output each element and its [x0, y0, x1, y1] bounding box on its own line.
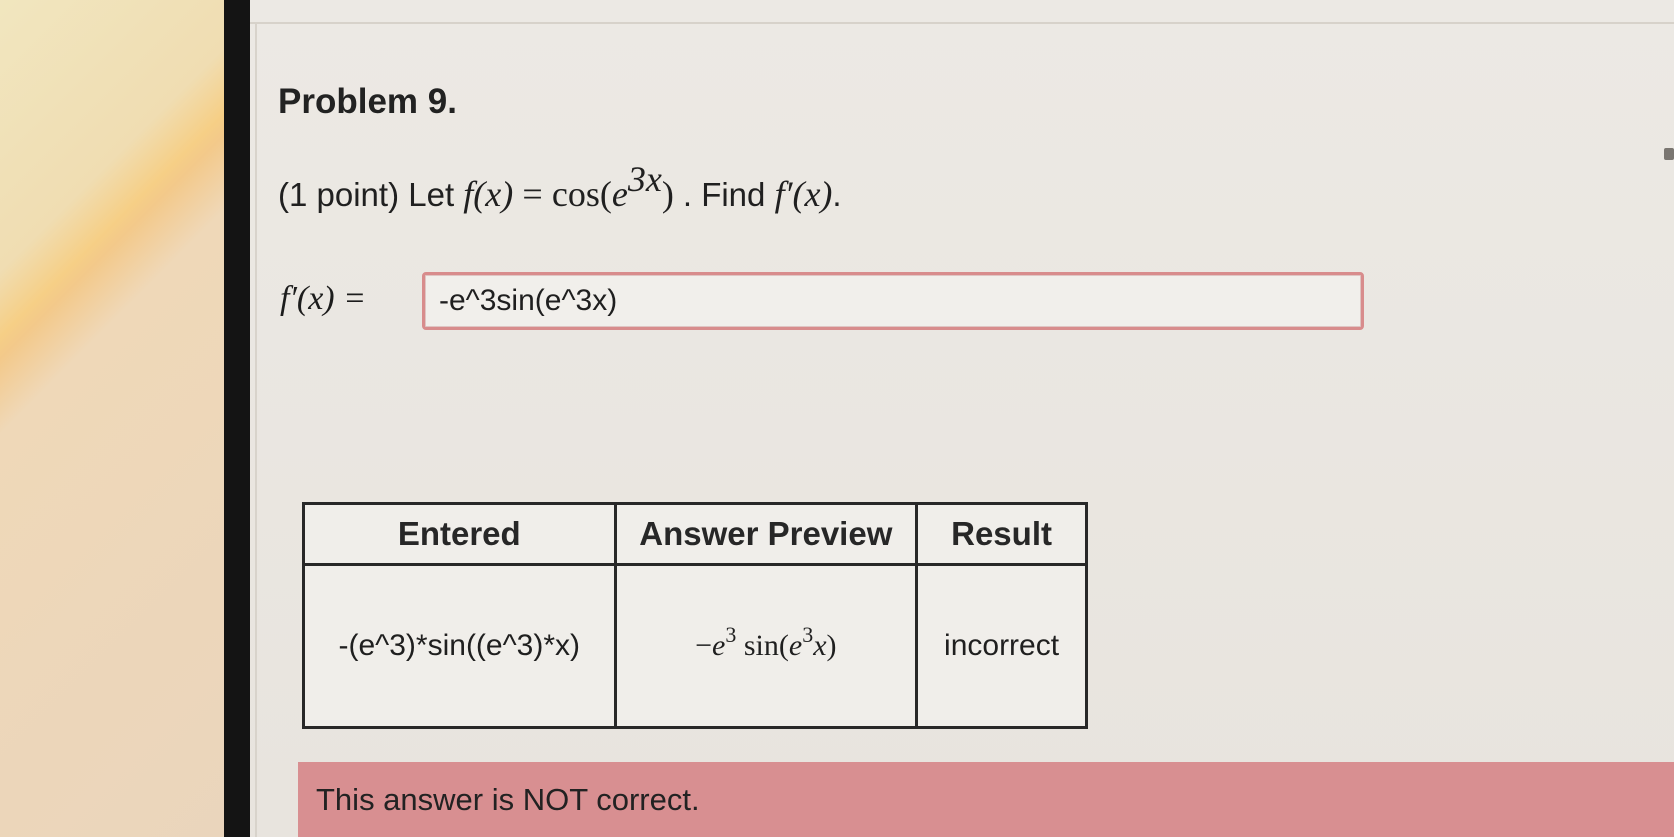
- result-header: Result: [915, 502, 1088, 566]
- find-text: . Find: [682, 176, 766, 213]
- answer-label: f′(x) =: [280, 280, 367, 317]
- page-top-border: [250, 22, 1674, 24]
- answer-input[interactable]: -e^3sin(e^3x): [422, 272, 1364, 330]
- entered-value: -(e^3)*sin((e^3)*x): [302, 563, 617, 729]
- preview-close-paren: ): [826, 629, 837, 662]
- answer-preview-header: Answer Preview: [613, 502, 919, 566]
- incorrect-answer-message: This answer is NOT correct.: [316, 782, 700, 817]
- preview-exponent-inner: 3: [802, 622, 814, 647]
- derivative-expression: f′(x): [774, 174, 833, 214]
- incorrect-answer-banner: This answer is NOT correct.: [298, 762, 1674, 837]
- desktop-background: [0, 0, 250, 837]
- equals-sign: =: [522, 174, 543, 214]
- preview-sin: sin: [743, 629, 779, 662]
- closing-parenthesis: ): [661, 174, 674, 214]
- problem-title: Problem 9.: [278, 82, 457, 121]
- preview-variable: x: [813, 629, 827, 662]
- answer-preview-value: −e3 sin(e3x): [613, 563, 919, 729]
- cos-text: cos(: [551, 174, 612, 214]
- result-value: incorrect: [915, 563, 1088, 729]
- preview-open-paren: (: [778, 629, 789, 662]
- page-left-border: [255, 24, 257, 837]
- exponential-base: e: [611, 174, 628, 214]
- page-scrollbar[interactable]: [1664, 148, 1674, 160]
- problem-prompt: (1 point) Let f(x) = cos(e3x) . Find f′(…: [278, 161, 842, 215]
- preview-minus: −: [695, 629, 713, 662]
- answer-row: f′(x) = -e^3sin(e^3x): [280, 268, 1380, 334]
- preview-base-inner: e: [788, 629, 803, 662]
- exponent: 3x: [627, 159, 662, 199]
- table-row: -(e^3)*sin((e^3)*x) −e3 sin(e3x) incorre…: [302, 563, 1088, 729]
- cos-function: cos(e3x): [551, 161, 683, 214]
- preview-exponent: 3: [725, 622, 737, 647]
- points-label: (1 point): [278, 176, 400, 213]
- function-name: f(x): [463, 174, 514, 214]
- results-table: Entered Answer Preview Result -(e^3)*sin…: [302, 502, 1088, 729]
- entered-header: Entered: [302, 502, 617, 566]
- monitor-bezel: [224, 0, 250, 837]
- prompt-period: .: [832, 176, 842, 213]
- preview-base: e: [712, 629, 726, 662]
- let-word: Let: [408, 176, 455, 213]
- table-header-row: Entered Answer Preview Result: [302, 502, 1088, 566]
